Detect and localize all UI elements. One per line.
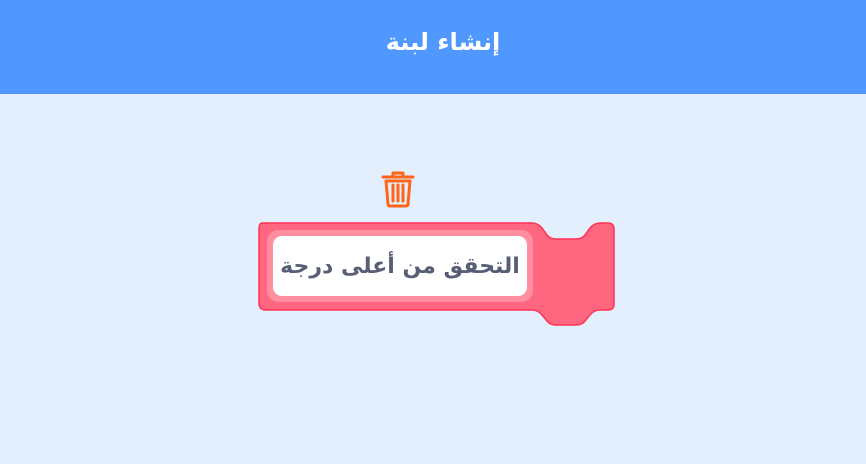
trash-icon: [381, 171, 415, 208]
block-name-input[interactable]: التحقق من أعلى درجة: [273, 236, 527, 296]
block-name-input-border: التحقق من أعلى درجة: [267, 230, 533, 302]
header-bar: إنشاء لبنة: [0, 0, 866, 94]
custom-block-define[interactable]: التحقق من أعلى درجة: [258, 222, 618, 328]
page-title: إنشاء لبنة: [385, 28, 501, 56]
delete-block-button[interactable]: [380, 170, 416, 210]
